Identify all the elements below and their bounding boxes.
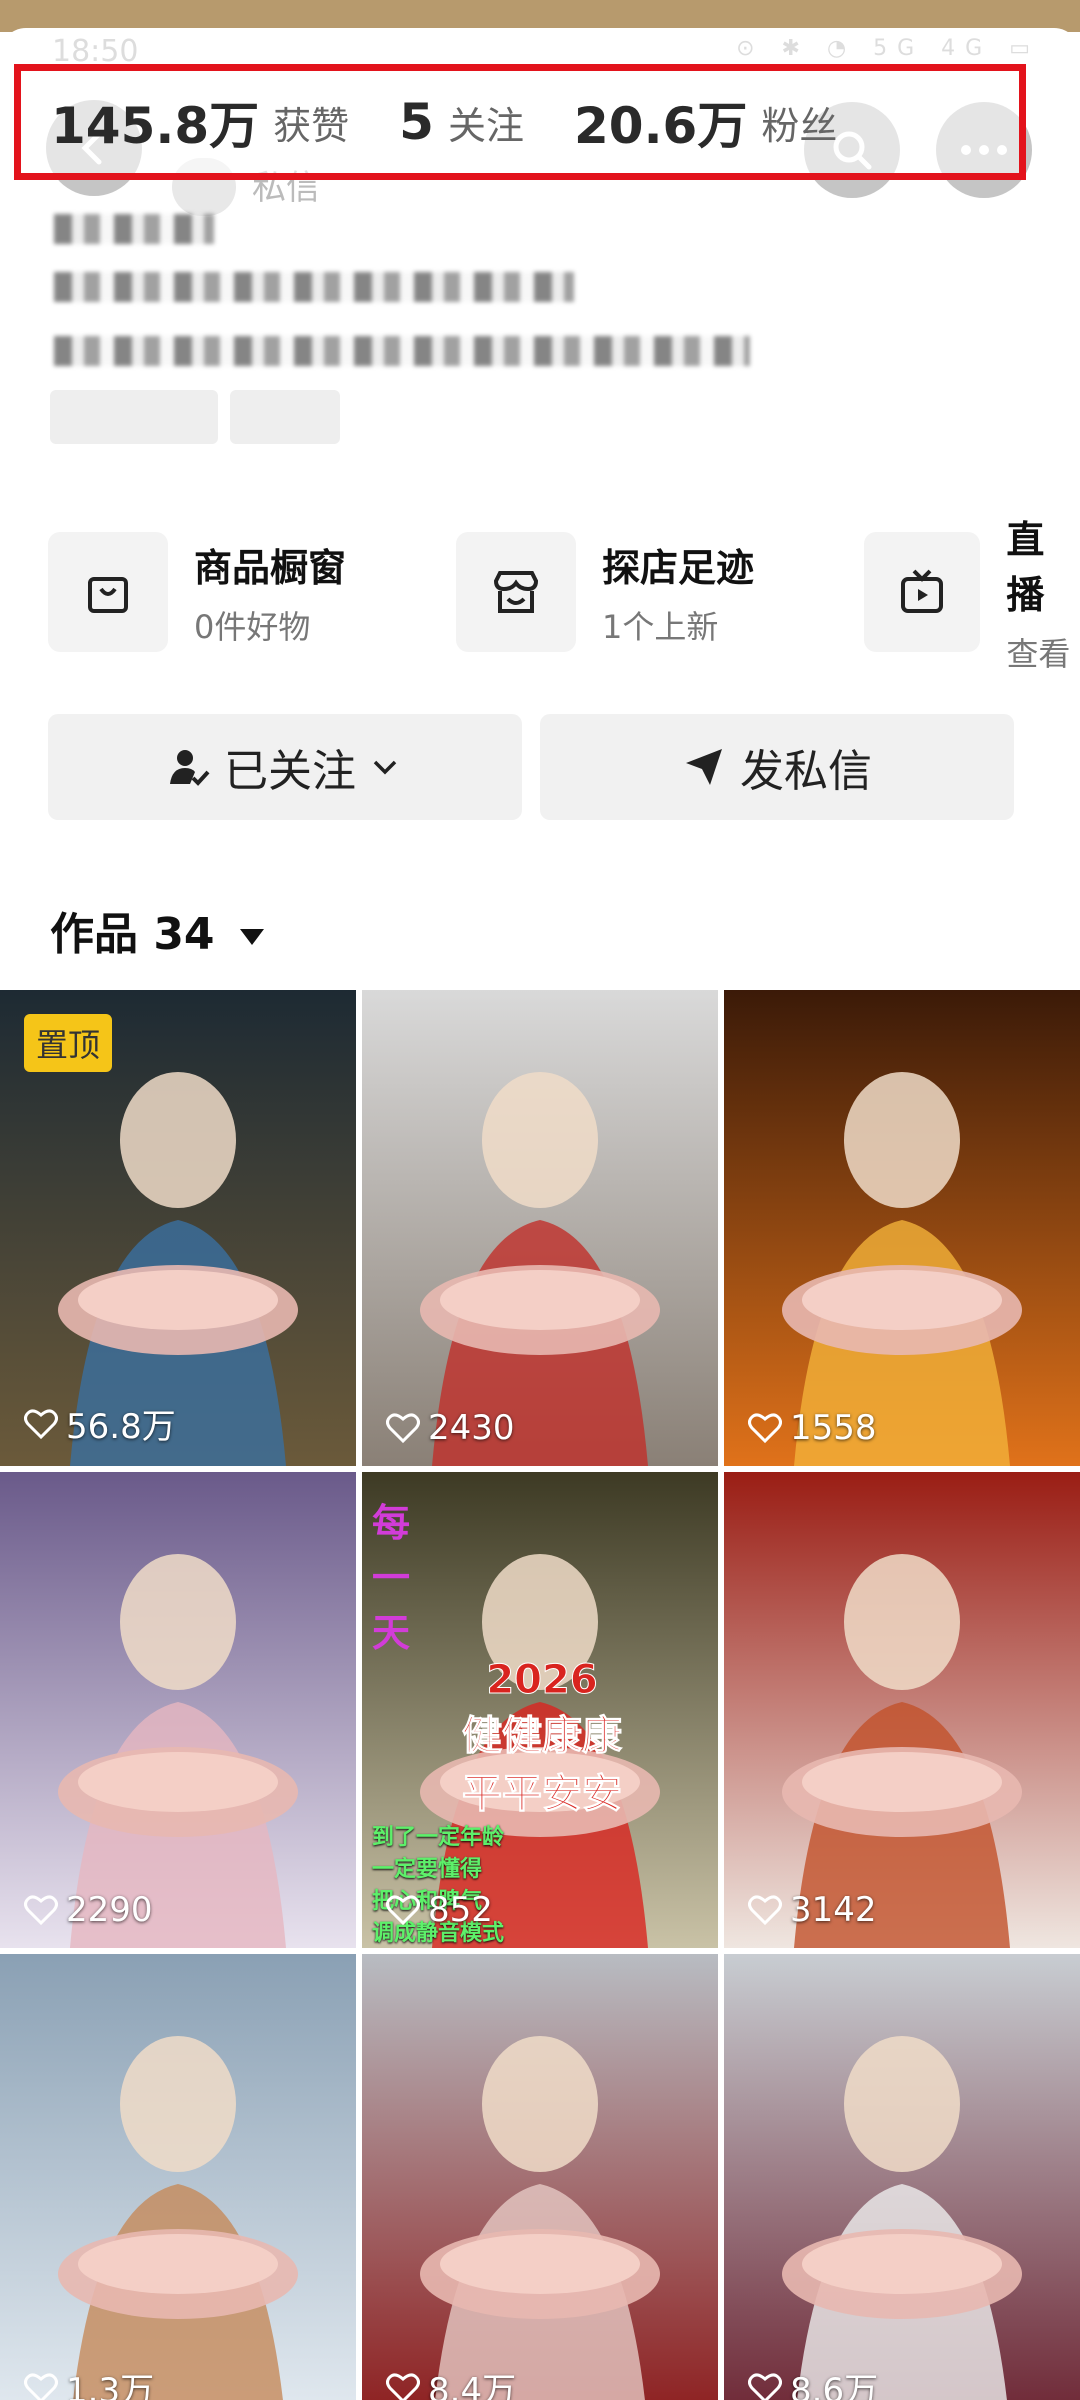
feature-sub: 0件好物 bbox=[194, 607, 311, 646]
user-check-icon bbox=[170, 750, 210, 786]
heart-icon bbox=[24, 2372, 58, 2400]
like-count-text: 852 bbox=[428, 1890, 493, 1930]
feature-sub: 1个上新 bbox=[602, 607, 719, 646]
heart-icon bbox=[386, 2372, 420, 2400]
like-count: 56.8万 bbox=[24, 1399, 176, 1448]
heart-icon bbox=[748, 2372, 782, 2400]
like-count: 2290 bbox=[24, 1890, 153, 1930]
like-count-text: 8.4万 bbox=[428, 2371, 517, 2400]
chevron-down-icon bbox=[373, 760, 397, 775]
followers-count[interactable]: 20.6万 bbox=[574, 86, 747, 158]
blurred-tag bbox=[230, 390, 340, 444]
overlay-line: 平平安安 bbox=[462, 1771, 623, 1818]
like-count: 1558 bbox=[748, 1408, 877, 1448]
blurred-bio-line bbox=[54, 214, 214, 244]
like-count: 852 bbox=[386, 1890, 493, 1930]
likes-label: 获赞 bbox=[273, 103, 350, 148]
feature-title: 直播 bbox=[1006, 518, 1045, 617]
shop-icon bbox=[493, 571, 539, 613]
tv-icon bbox=[901, 569, 944, 613]
thumbnail-figure bbox=[58, 1554, 298, 1948]
like-count-text: 2290 bbox=[66, 1890, 153, 1930]
heart-icon bbox=[24, 1895, 58, 1926]
following-label[interactable]: 关注 bbox=[448, 95, 524, 150]
follow-label: 已关注 bbox=[224, 746, 356, 797]
like-count-text: 56.8万 bbox=[66, 1407, 176, 1447]
feature-sub: 查看 bbox=[1006, 635, 1071, 673]
overlay-line: 健健康康 bbox=[462, 1713, 623, 1760]
caret-down-icon bbox=[239, 929, 264, 945]
like-count-text: 1.3万 bbox=[66, 2371, 155, 2400]
thumbnail-overlay-text: 每一天2026健健康康平平安安到了一定年龄一定要懂得把心和脾气调成静音模式然后好… bbox=[372, 1492, 712, 1948]
overlay-line: 到了一定年龄 bbox=[372, 1825, 505, 1850]
following-count[interactable]: 5 bbox=[399, 93, 434, 151]
heart-icon bbox=[748, 1895, 782, 1926]
status-icons: ⊙ ✱ ◔ 5G 4G ▭ bbox=[736, 36, 1040, 61]
pinned-badge: 置顶 bbox=[24, 1014, 113, 1072]
overlay-line: 天 bbox=[372, 1611, 411, 1655]
video-thumbnail[interactable]: 每一天2026健健康康平平安安到了一定年龄一定要懂得把心和脾气调成静音模式然后好… bbox=[362, 1472, 718, 1948]
heart-icon bbox=[24, 1408, 58, 1439]
video-thumbnail[interactable]: 置顶 56.8万 bbox=[0, 990, 356, 1466]
thumbnail-figure bbox=[420, 2036, 660, 2400]
heart-icon bbox=[386, 1413, 420, 1444]
heart-icon bbox=[748, 1413, 782, 1444]
like-count: 2430 bbox=[386, 1408, 515, 1448]
like-count: 8.4万 bbox=[386, 2363, 516, 2400]
likes-count: 145.8万 bbox=[51, 97, 260, 155]
send-icon bbox=[686, 749, 722, 785]
feature-visits[interactable]: 探店足迹 1个上新 bbox=[456, 532, 754, 652]
feature-title: 商品橱窗 bbox=[194, 545, 347, 590]
video-thumbnail[interactable]: 8.4万 bbox=[362, 1954, 718, 2400]
like-count-text: 8.6万 bbox=[790, 2371, 879, 2400]
like-count-text: 2430 bbox=[428, 1408, 515, 1448]
stats-bar: 145.8万 获赞 5 关注 20.6万 粉丝 bbox=[14, 64, 1026, 180]
works-label: 作品 34 bbox=[50, 909, 215, 960]
like-count-text: 1558 bbox=[790, 1408, 877, 1448]
video-thumbnail[interactable]: 1.3万 bbox=[0, 1954, 356, 2400]
thumbnail-figure bbox=[782, 2036, 1022, 2400]
thumbnail-figure bbox=[58, 2036, 298, 2400]
message-label: 发私信 bbox=[740, 746, 872, 797]
follow-status-button[interactable]: 已关注 bbox=[48, 714, 522, 820]
like-count-text: 3142 bbox=[790, 1890, 877, 1930]
thumbnail-figure bbox=[420, 1072, 660, 1466]
bag-icon bbox=[88, 577, 128, 613]
video-thumbnail[interactable]: 2430 bbox=[362, 990, 718, 1466]
thumbnail-figure bbox=[782, 1554, 1022, 1948]
feature-shop-window[interactable]: 商品橱窗 0件好物 bbox=[48, 532, 346, 652]
video-thumbnail[interactable]: 1558 bbox=[724, 990, 1080, 1466]
video-thumbnail[interactable]: 3142 bbox=[724, 1472, 1080, 1948]
video-thumbnail[interactable]: 8.6万 bbox=[724, 1954, 1080, 2400]
blurred-bio-line bbox=[54, 336, 750, 366]
feature-live[interactable]: 直播 查看 bbox=[864, 518, 1080, 673]
thumbnail-figure bbox=[782, 1072, 1022, 1466]
send-message-button[interactable]: 发私信 bbox=[540, 714, 1014, 820]
feature-title: 探店足迹 bbox=[602, 545, 755, 590]
blurred-tag bbox=[50, 390, 218, 444]
like-count: 1.3万 bbox=[24, 2363, 154, 2400]
overlay-line: 2026 bbox=[486, 1657, 598, 1704]
overlay-line: 然后好好的打理自己 bbox=[372, 1947, 712, 1948]
overlay-line: 一定要懂得 bbox=[372, 1857, 483, 1882]
works-tab[interactable]: 作品 34 bbox=[50, 898, 266, 962]
like-count: 8.6万 bbox=[748, 2363, 878, 2400]
heart-icon bbox=[386, 1895, 420, 1926]
profile-sheet: 18:50 ⊙ ✱ ◔ 5G 4G ▭ 私信 145.8万 获赞 5 关注 20… bbox=[0, 28, 1080, 2400]
video-thumbnail[interactable]: 2290 bbox=[0, 1472, 356, 1948]
blurred-bio-line bbox=[54, 272, 574, 302]
like-count: 3142 bbox=[748, 1890, 877, 1930]
overlay-line: 每 bbox=[372, 1501, 411, 1545]
followers-label[interactable]: 粉丝 bbox=[761, 95, 837, 150]
overlay-line: 一 bbox=[372, 1556, 411, 1600]
